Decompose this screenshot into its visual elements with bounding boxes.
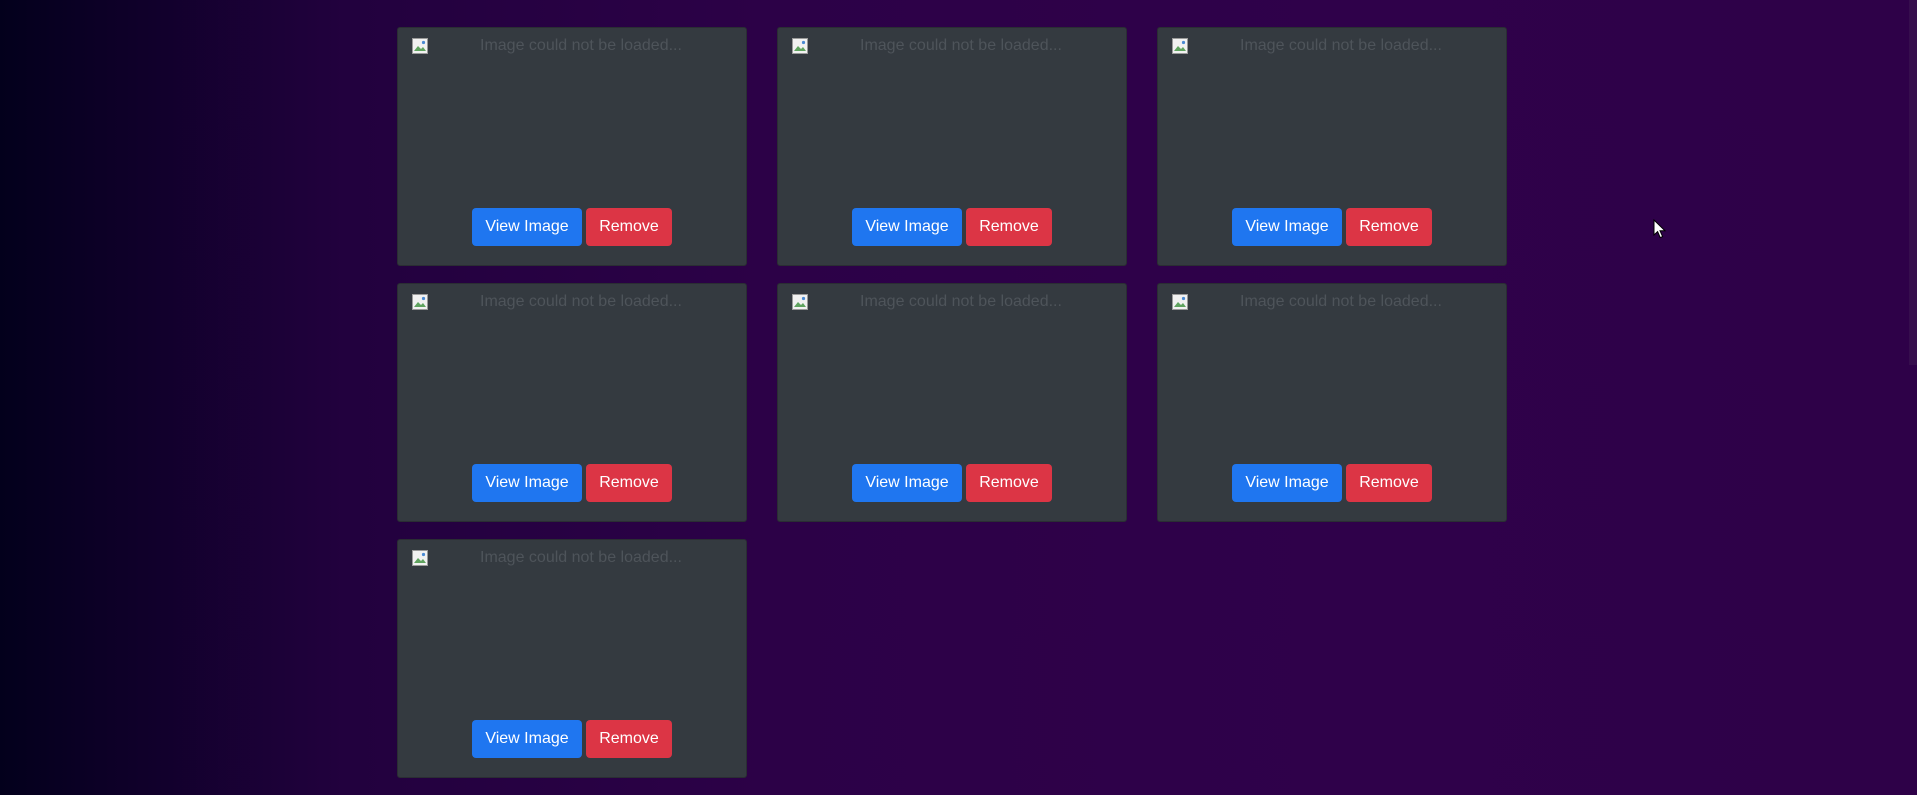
image-alt-text: Image could not be loaded... (480, 549, 682, 566)
image-placeholder: Image could not be loaded... (1172, 293, 1492, 473)
image-placeholder: Image could not be loaded... (1172, 37, 1492, 217)
remove-button[interactable]: Remove (1346, 464, 1432, 502)
remove-button[interactable]: Remove (1346, 208, 1432, 246)
view-image-button[interactable]: View Image (852, 208, 962, 246)
broken-image-icon (1172, 294, 1188, 310)
image-alt-text: Image could not be loaded... (480, 293, 682, 310)
image-alt-text: Image could not be loaded... (1240, 293, 1442, 310)
image-alt-text: Image could not be loaded... (860, 37, 1062, 54)
remove-button[interactable]: Remove (586, 208, 672, 246)
view-image-button[interactable]: View Image (472, 208, 582, 246)
scrollbar-thumb[interactable] (1909, 0, 1917, 365)
page-scrollbar[interactable] (1909, 0, 1917, 795)
image-placeholder: Image could not be loaded... (412, 37, 732, 217)
image-card: Image could not be loaded... View Image … (1157, 283, 1507, 522)
image-card: Image could not be loaded... View Image … (777, 283, 1127, 522)
image-placeholder: Image could not be loaded... (412, 549, 732, 729)
image-placeholder: Image could not be loaded... (792, 293, 1112, 473)
image-placeholder: Image could not be loaded... (412, 293, 732, 473)
remove-button[interactable]: Remove (966, 208, 1052, 246)
view-image-button[interactable]: View Image (472, 720, 582, 758)
card-actions: View Image Remove (1158, 208, 1506, 246)
image-gallery-grid: Image could not be loaded... View Image … (397, 27, 1507, 778)
image-alt-text: Image could not be loaded... (1240, 37, 1442, 54)
image-card: Image could not be loaded... View Image … (397, 283, 747, 522)
image-card: Image could not be loaded... View Image … (397, 27, 747, 266)
card-actions: View Image Remove (398, 208, 746, 246)
broken-image-icon (1172, 38, 1188, 54)
image-card: Image could not be loaded... View Image … (1157, 27, 1507, 266)
mouse-pointer-icon (1653, 219, 1667, 239)
image-placeholder: Image could not be loaded... (792, 37, 1112, 217)
broken-image-icon (792, 294, 808, 310)
remove-button[interactable]: Remove (586, 720, 672, 758)
image-card: Image could not be loaded... View Image … (777, 27, 1127, 266)
image-alt-text: Image could not be loaded... (480, 37, 682, 54)
remove-button[interactable]: Remove (586, 464, 672, 502)
image-alt-text: Image could not be loaded... (860, 293, 1062, 310)
broken-image-icon (412, 550, 428, 566)
view-image-button[interactable]: View Image (1232, 208, 1342, 246)
card-actions: View Image Remove (778, 208, 1126, 246)
view-image-button[interactable]: View Image (852, 464, 962, 502)
view-image-button[interactable]: View Image (472, 464, 582, 502)
card-actions: View Image Remove (1158, 464, 1506, 502)
image-card: Image could not be loaded... View Image … (397, 539, 747, 778)
broken-image-icon (412, 294, 428, 310)
card-actions: View Image Remove (778, 464, 1126, 502)
card-actions: View Image Remove (398, 720, 746, 758)
card-actions: View Image Remove (398, 464, 746, 502)
broken-image-icon (792, 38, 808, 54)
broken-image-icon (412, 38, 428, 54)
view-image-button[interactable]: View Image (1232, 464, 1342, 502)
remove-button[interactable]: Remove (966, 464, 1052, 502)
